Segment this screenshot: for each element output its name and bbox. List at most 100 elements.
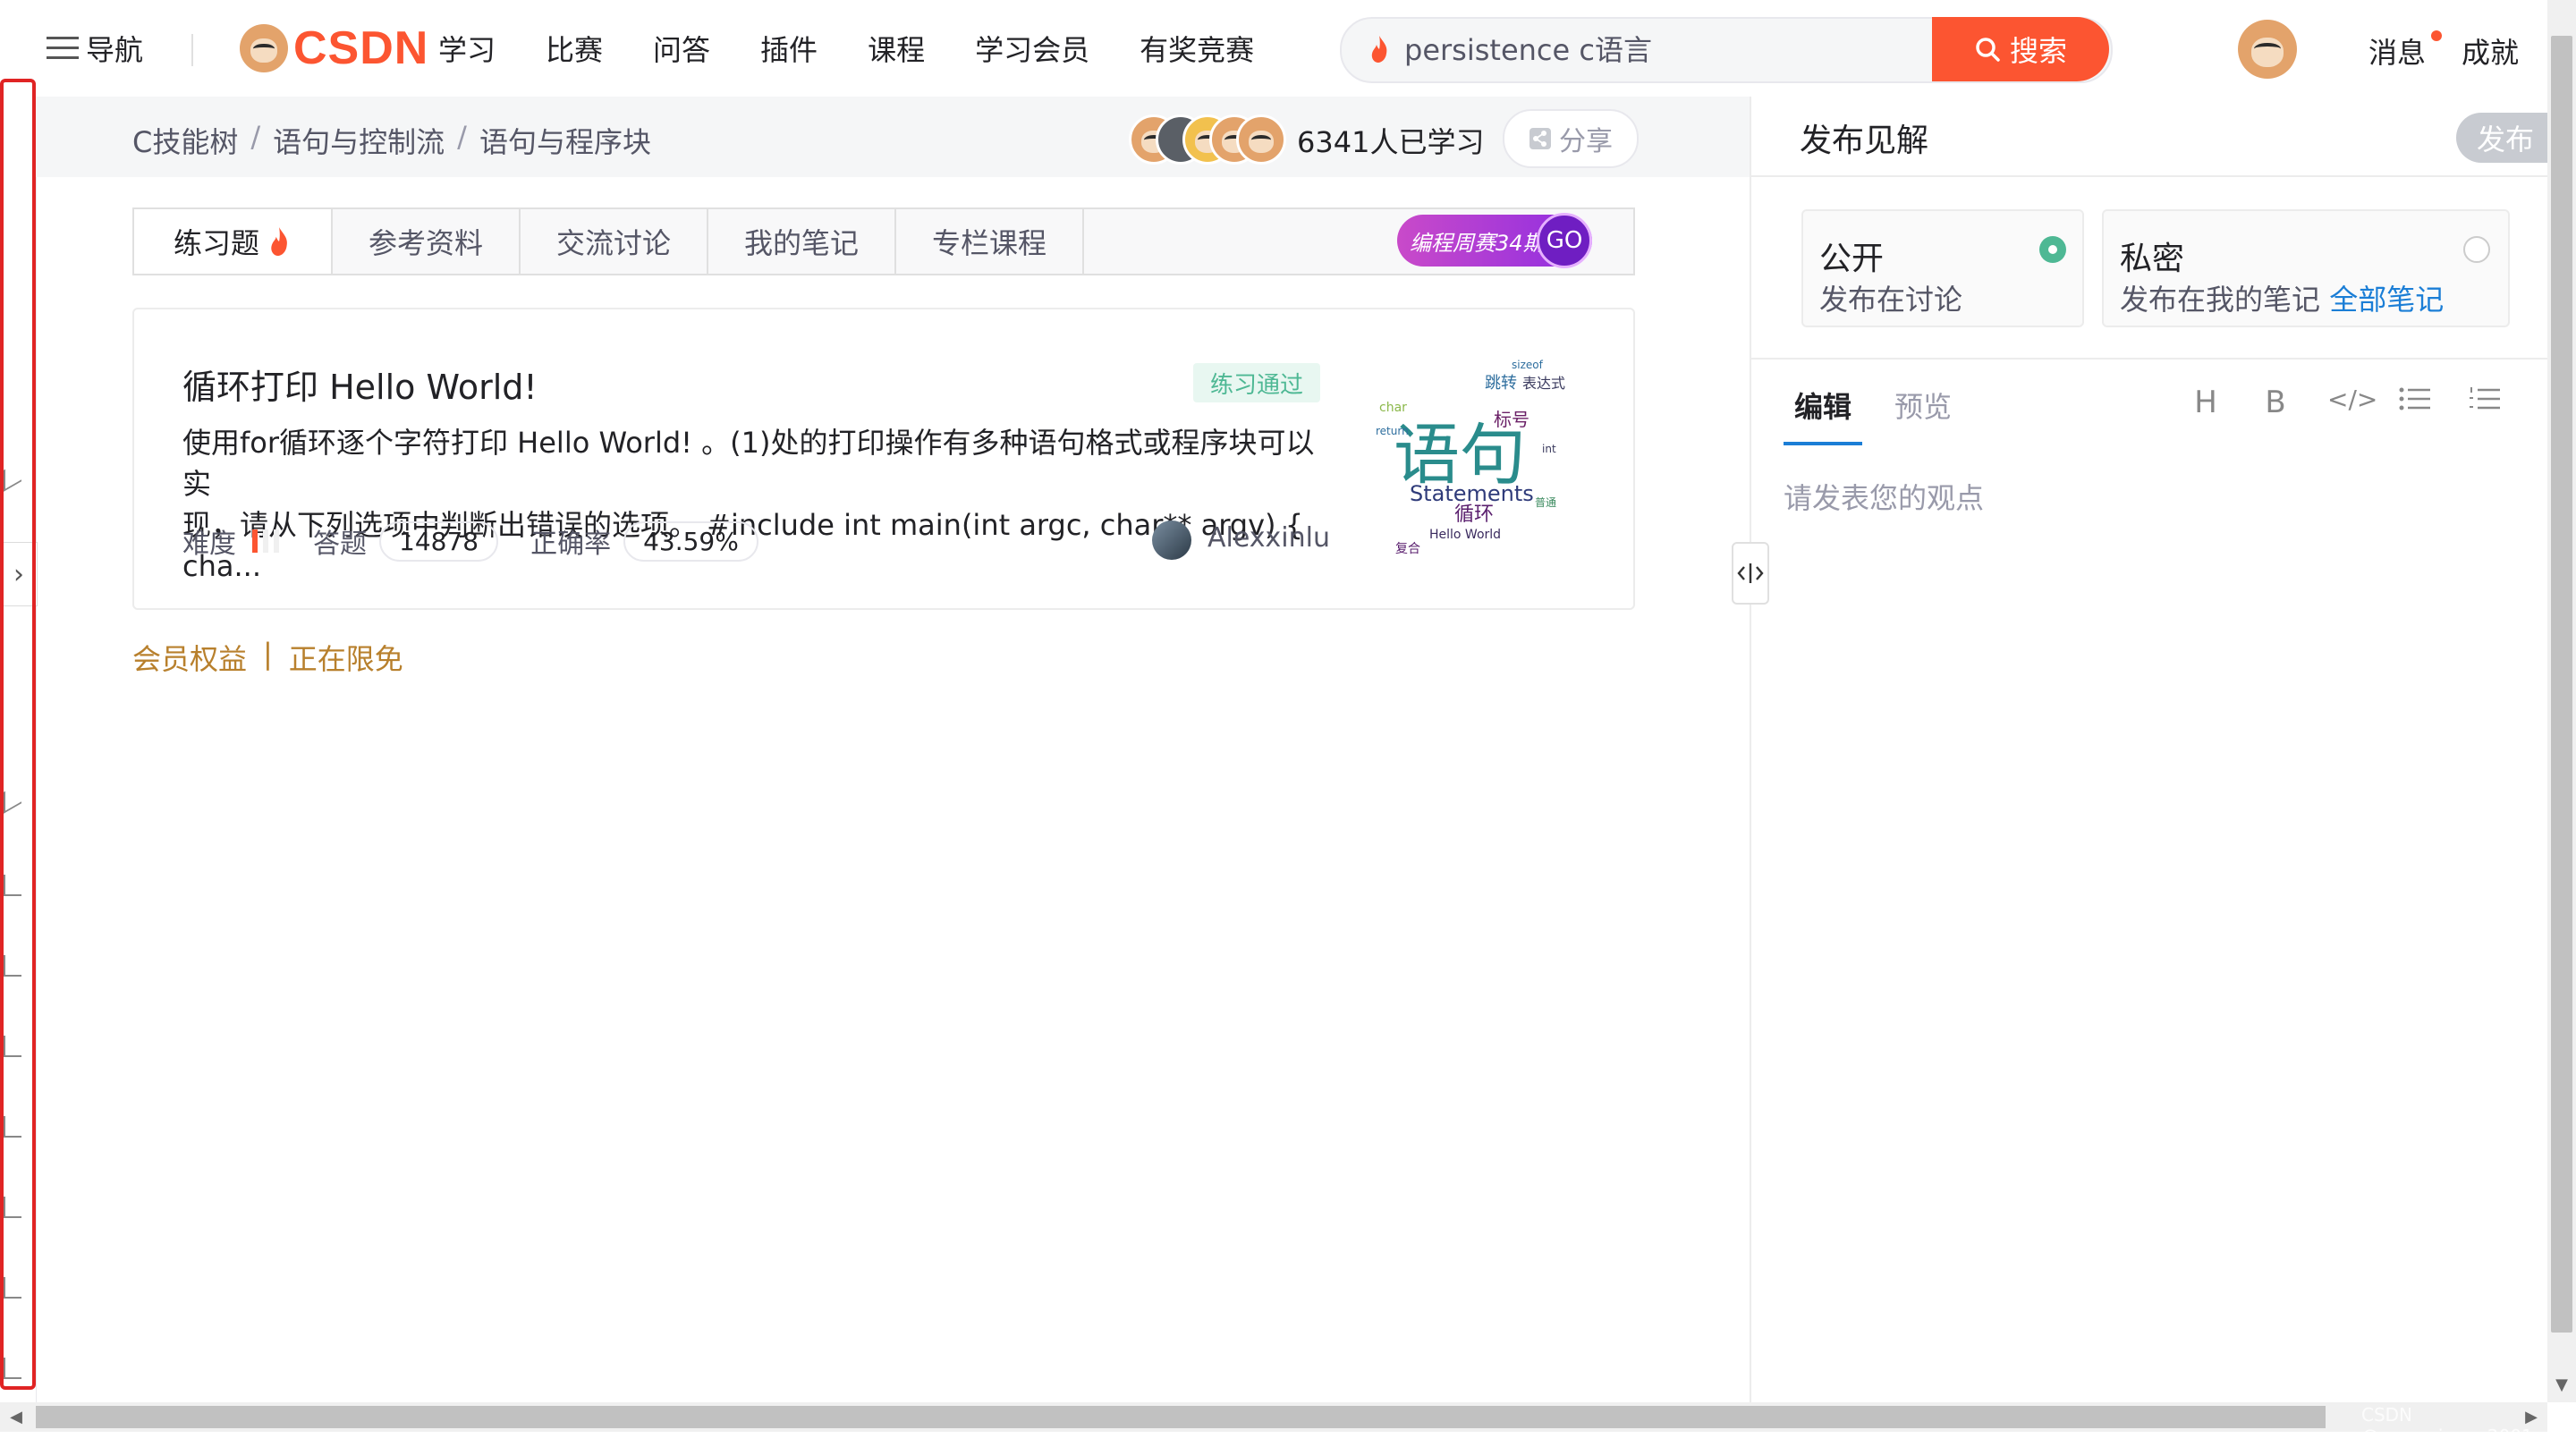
share-icon: [1530, 128, 1551, 149]
bold-button[interactable]: B: [2258, 385, 2293, 420]
vip-separator: |: [263, 637, 273, 671]
bullet-list-button[interactable]: [2397, 385, 2433, 420]
wordcloud-word: Statements: [1410, 481, 1534, 506]
search-button[interactable]: 搜索: [1932, 17, 2109, 81]
watermark: CSDN @wangxiaoge2001: [2361, 1404, 2533, 1447]
wordcloud-thumbnail: 语句 Statements 循环 Hello World 标号 跳转 表达式 s…: [1376, 359, 1565, 556]
numbered-list-button[interactable]: [2467, 385, 2503, 420]
fire-icon: [271, 227, 287, 256]
difficulty-meter: [247, 529, 279, 553]
horizontal-scrollbar-thumb[interactable]: [36, 1406, 2326, 1428]
tab-discussion[interactable]: 交流讨论: [521, 209, 708, 274]
achievement-link[interactable]: 成就: [2462, 30, 2519, 72]
nav-item-qa[interactable]: 问答: [653, 28, 710, 69]
tab-label: 专栏课程: [931, 226, 1046, 260]
question-description: 使用for循环逐个字符打印 Hello World! 。(1)处的打印操作有多种…: [182, 422, 1336, 587]
visibility-option-public[interactable]: 公开 发布在讨论: [1801, 209, 2084, 327]
scroll-down-arrow-icon[interactable]: ▼: [2547, 1370, 2576, 1399]
visibility-subtitle: 发布在讨论: [1819, 283, 1963, 317]
author-avatar[interactable]: [1152, 520, 1191, 560]
publish-panel-title: 发布见解: [1800, 123, 1929, 159]
weekly-contest-go-button[interactable]: GO: [1537, 213, 1592, 268]
scroll-left-arrow-icon[interactable]: ◀: [0, 1402, 32, 1432]
red-highlight-annotation: [0, 79, 36, 1390]
wordcloud-word: 表达式: [1522, 375, 1565, 392]
wordcloud-word: return: [1376, 425, 1409, 437]
tab-preview[interactable]: 预览: [1894, 385, 1952, 426]
wordcloud-word: int: [1542, 443, 1556, 455]
code-button[interactable]: </>: [2327, 385, 2377, 420]
wordcloud-word: 复合: [1395, 541, 1420, 556]
tab-practice[interactable]: 练习题: [134, 209, 333, 274]
tab-label: 我的笔记: [743, 226, 859, 260]
tab-label: 练习题: [173, 226, 259, 260]
bullet-list-icon: [2399, 387, 2430, 410]
difficulty-label: 难度: [182, 529, 236, 560]
vip-promo-link[interactable]: 正在限免: [289, 637, 403, 678]
nav-menu-label: 导航: [86, 33, 144, 67]
visibility-title: 公开: [1819, 241, 1885, 277]
publish-button[interactable]: 发布: [2456, 113, 2555, 163]
wordcloud-word: Hello World: [1429, 528, 1501, 542]
nav-item-prize-contest[interactable]: 有奖竞赛: [1140, 28, 1254, 69]
visibility-subtitle-wrap: 发布在我的笔记 全部笔记: [2120, 277, 2444, 318]
nav-menu-button[interactable]: 导航: [47, 0, 143, 97]
vip-benefits: 会员权益 | 正在限免: [132, 637, 403, 678]
nav-item-study[interactable]: 学习: [438, 28, 496, 69]
breadcrumb-item[interactable]: 语句与程序块: [479, 120, 651, 161]
nav-item-vip[interactable]: 学习会员: [975, 28, 1089, 69]
editor-toolbar: H B </>: [2188, 385, 2503, 420]
tab-my-notes[interactable]: 我的笔记: [708, 209, 896, 274]
learner-avatar: [1236, 114, 1286, 165]
unread-dot: [2431, 30, 2442, 41]
user-avatar[interactable]: [2238, 20, 2297, 79]
breadcrumb-item[interactable]: 语句与控制流: [273, 120, 445, 161]
description-line: 使用for循环逐个字符打印 Hello World! 。(1)处的打印操作有多种…: [182, 426, 1315, 501]
tab-edit[interactable]: 编辑: [1794, 385, 1852, 426]
learner-count: 6341人已学习: [1297, 125, 1485, 159]
search-icon: [1976, 38, 2000, 62]
csdn-logo[interactable]: CSDN: [240, 21, 428, 75]
visibility-option-private[interactable]: 私密 发布在我的笔记 全部笔记: [2102, 209, 2510, 327]
difficulty-bar: [274, 529, 279, 553]
answers-label: 答题: [313, 529, 367, 560]
vip-benefits-link[interactable]: 会员权益: [132, 637, 247, 678]
heading-button[interactable]: H: [2188, 385, 2224, 420]
messages-link[interactable]: 消息: [2368, 30, 2426, 72]
panel-resize-handle[interactable]: [1732, 542, 1769, 605]
breadcrumb-item[interactable]: C技能树: [132, 120, 238, 161]
monkey-logo-icon: [240, 24, 288, 72]
comment-editor[interactable]: [1784, 476, 2517, 1281]
question-meta: 难度 答题 14878 正确率 43.59%: [182, 520, 758, 562]
wordcloud-word: 标号: [1494, 409, 1530, 430]
search-button-label: 搜索: [2009, 34, 2067, 68]
wordcloud-word: sizeof: [1512, 359, 1544, 371]
radio-private[interactable]: [2463, 236, 2490, 263]
radio-public-selected[interactable]: [2039, 236, 2066, 263]
share-button[interactable]: 分享: [1503, 109, 1639, 168]
weekly-contest-label: 编程周赛34期: [1410, 230, 1545, 256]
nav-item-contest[interactable]: 比赛: [546, 28, 603, 69]
question-title[interactable]: 循环打印 Hello World!: [182, 360, 538, 409]
wordcloud-word: 循环: [1454, 503, 1494, 526]
share-label: 分享: [1559, 126, 1613, 157]
wordcloud-word: 普通: [1535, 496, 1556, 509]
panel-divider: [1750, 97, 1751, 1402]
nav-item-courses[interactable]: 课程: [868, 28, 925, 69]
tab-label: 参考资料: [368, 226, 483, 260]
all-notes-link[interactable]: 全部笔记: [2329, 283, 2444, 317]
nav-item-plugins[interactable]: 插件: [760, 28, 818, 69]
author-name[interactable]: Alexxinlu: [1208, 522, 1330, 554]
tab-references[interactable]: 参考资料: [333, 209, 521, 274]
hot-flame-icon: [1371, 36, 1387, 63]
wordcloud-word: 跳转: [1485, 374, 1517, 393]
hamburger-icon: [47, 37, 79, 60]
difficulty-bar: [252, 529, 258, 553]
tab-column-courses[interactable]: 专栏课程: [896, 209, 1084, 274]
accuracy-label: 正确率: [530, 529, 612, 560]
breadcrumb-separator: /: [250, 120, 261, 154]
status-badge: 练习通过: [1193, 363, 1320, 402]
visibility-title: 私密: [2120, 241, 2185, 277]
learner-avatars: [1129, 114, 1286, 165]
vertical-scrollbar-thumb[interactable]: [2551, 36, 2572, 1333]
